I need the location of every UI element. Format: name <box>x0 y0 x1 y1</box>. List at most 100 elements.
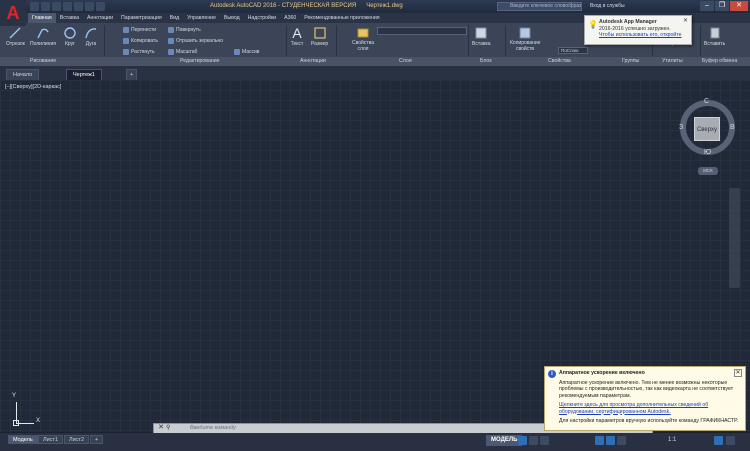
panel-modify[interactable]: Редактирование <box>180 57 220 66</box>
panel-layers[interactable]: Слои <box>399 57 412 66</box>
move-icon <box>123 27 129 33</box>
annotation-scale[interactable]: 1:1 <box>668 437 676 443</box>
arc-tool[interactable]: Дуга <box>84 26 98 47</box>
panel-properties[interactable]: Свойства <box>548 57 571 66</box>
notification-close-icon[interactable]: ✕ <box>734 369 742 377</box>
circle-tool[interactable]: Круг <box>63 26 77 47</box>
plot-icon[interactable] <box>74 2 83 11</box>
ucs-y-label: Y <box>12 393 17 399</box>
tab-insert[interactable]: Вставка <box>56 13 83 23</box>
scale-button[interactable]: Масштаб <box>168 49 197 55</box>
copy-button[interactable]: Копировать <box>123 38 158 44</box>
customize-icon[interactable] <box>726 436 735 445</box>
scale-icon <box>168 49 174 55</box>
insert-block-tool[interactable]: Вставка <box>472 26 491 47</box>
stretch-button[interactable]: Растянуть <box>123 49 155 55</box>
layout-tab-model[interactable]: Модель <box>8 435 38 444</box>
tab-home[interactable]: Главная <box>28 13 56 23</box>
polar-toggle-icon[interactable] <box>595 436 604 445</box>
layer-dropdown[interactable] <box>377 27 467 35</box>
paste-tool[interactable]: Вставить <box>704 26 725 47</box>
notification-link[interactable]: Щелкните здесь для просмотра дополнитель… <box>559 402 740 415</box>
model-space-button[interactable]: МОДЕЛЬ <box>486 435 523 446</box>
tab-parametric[interactable]: Параметризация <box>117 13 166 23</box>
otrack-toggle-icon[interactable] <box>617 436 626 445</box>
search-input[interactable]: Введите ключевое слово/фразу <box>497 2 582 11</box>
autocad-logo-icon: A <box>6 2 20 23</box>
close-button[interactable]: ✕ <box>730 1 748 11</box>
wcs-menu[interactable]: МСК <box>698 167 718 175</box>
panel-block[interactable]: Блок <box>480 57 492 66</box>
layout-tab-sheet1[interactable]: Лист1 <box>38 435 64 444</box>
tab-a360[interactable]: A360 <box>280 13 300 23</box>
mirror-icon <box>168 38 174 44</box>
viewport-label[interactable]: [–][Сверху][2D-каркас] <box>5 84 61 90</box>
tab-annotate[interactable]: Аннотации <box>83 13 117 23</box>
ribbon-separator <box>286 25 287 56</box>
match-properties-tool[interactable]: Копирование свойств <box>510 26 540 52</box>
rotate-button[interactable]: Повернуть <box>168 27 201 33</box>
layer-properties-label: Свойства слоя <box>352 40 374 52</box>
mirror-button[interactable]: Отразить зеркально <box>168 38 223 44</box>
layer-properties-tool[interactable]: Свойства слоя <box>351 26 375 52</box>
tab-featured-apps[interactable]: Рекомендованные приложения <box>300 13 383 23</box>
panel-draw[interactable]: Рисование <box>30 57 56 66</box>
ribbon-separator <box>468 25 469 56</box>
app-manager-close-icon[interactable]: ✕ <box>683 18 688 25</box>
new-icon[interactable] <box>30 2 39 11</box>
workspace-icon[interactable] <box>714 436 723 445</box>
window-title: Autodesk AutoCAD 2016 - СТУДЕНЧЕСКАЯ ВЕР… <box>210 3 403 9</box>
new-tab-button[interactable]: + <box>126 69 138 80</box>
viewcube-south[interactable]: Ю <box>704 149 711 156</box>
notification-body: Аппаратное ускорение включено. Тем не ме… <box>559 379 734 399</box>
redo-icon[interactable] <box>96 2 105 11</box>
grid-toggle-icon[interactable] <box>518 436 527 445</box>
viewcube-top-face[interactable]: Сверху <box>694 117 720 141</box>
array-icon <box>234 49 240 55</box>
tab-addins[interactable]: Надстройки <box>244 13 280 23</box>
notification-title: Аппаратное ускорение включено <box>559 370 645 376</box>
save-as-icon[interactable] <box>63 2 72 11</box>
line-icon <box>9 27 21 39</box>
viewcube-west[interactable]: З <box>679 124 683 131</box>
sign-in-button[interactable]: Вход в службы <box>590 3 625 9</box>
lineweight-dropdown[interactable]: ПоСлою <box>558 47 588 54</box>
app-manager-link[interactable]: Чтобы использовать его, откройте <box>599 32 682 38</box>
snap-toggle-icon[interactable] <box>529 436 538 445</box>
ortho-toggle-icon[interactable] <box>540 436 549 445</box>
panel-annotation[interactable]: Аннотации <box>300 57 326 66</box>
command-search-icon[interactable]: ⚲ <box>166 424 174 432</box>
ribbon-separator <box>104 25 105 56</box>
circle-icon <box>64 27 76 39</box>
minimize-button[interactable]: – <box>700 1 714 11</box>
dimension-tool[interactable]: Размер <box>311 26 328 47</box>
line-tool[interactable]: Отрезок <box>6 26 25 47</box>
move-button[interactable]: Перенести <box>123 27 156 33</box>
open-icon[interactable] <box>41 2 50 11</box>
insert-block-icon <box>475 27 487 39</box>
tab-output[interactable]: Вывод <box>220 13 244 23</box>
viewcube-east[interactable]: В <box>730 124 735 131</box>
viewcube-north[interactable]: С <box>704 98 709 105</box>
maximize-button[interactable]: ❐ <box>715 1 729 11</box>
panel-groups[interactable]: Группы <box>622 57 639 66</box>
add-layout-button[interactable]: + <box>90 435 104 444</box>
tab-start[interactable]: Начало <box>6 69 40 80</box>
array-button[interactable]: Массив <box>234 49 259 55</box>
panel-clipboard[interactable]: Буфер обмена <box>702 57 737 66</box>
tab-manage[interactable]: Управление <box>183 13 220 23</box>
tab-view[interactable]: Вид <box>166 13 183 23</box>
tab-drawing1[interactable]: Чертеж1 <box>66 69 102 80</box>
text-tool[interactable]: A Текст <box>290 26 304 47</box>
arc-icon <box>85 28 97 39</box>
navigation-bar[interactable] <box>729 188 740 288</box>
polyline-tool[interactable]: Полилиния <box>30 26 56 47</box>
layout-tab-sheet2[interactable]: Лист2 <box>64 435 90 444</box>
save-icon[interactable] <box>52 2 61 11</box>
app-logo[interactable]: A <box>0 0 26 26</box>
panel-utilities[interactable]: Утилиты <box>662 57 683 66</box>
command-close-icon[interactable]: ✕ <box>157 424 165 432</box>
osnap-toggle-icon[interactable] <box>606 436 615 445</box>
undo-icon[interactable] <box>85 2 94 11</box>
command-input[interactable]: Введите команду <box>190 425 236 431</box>
